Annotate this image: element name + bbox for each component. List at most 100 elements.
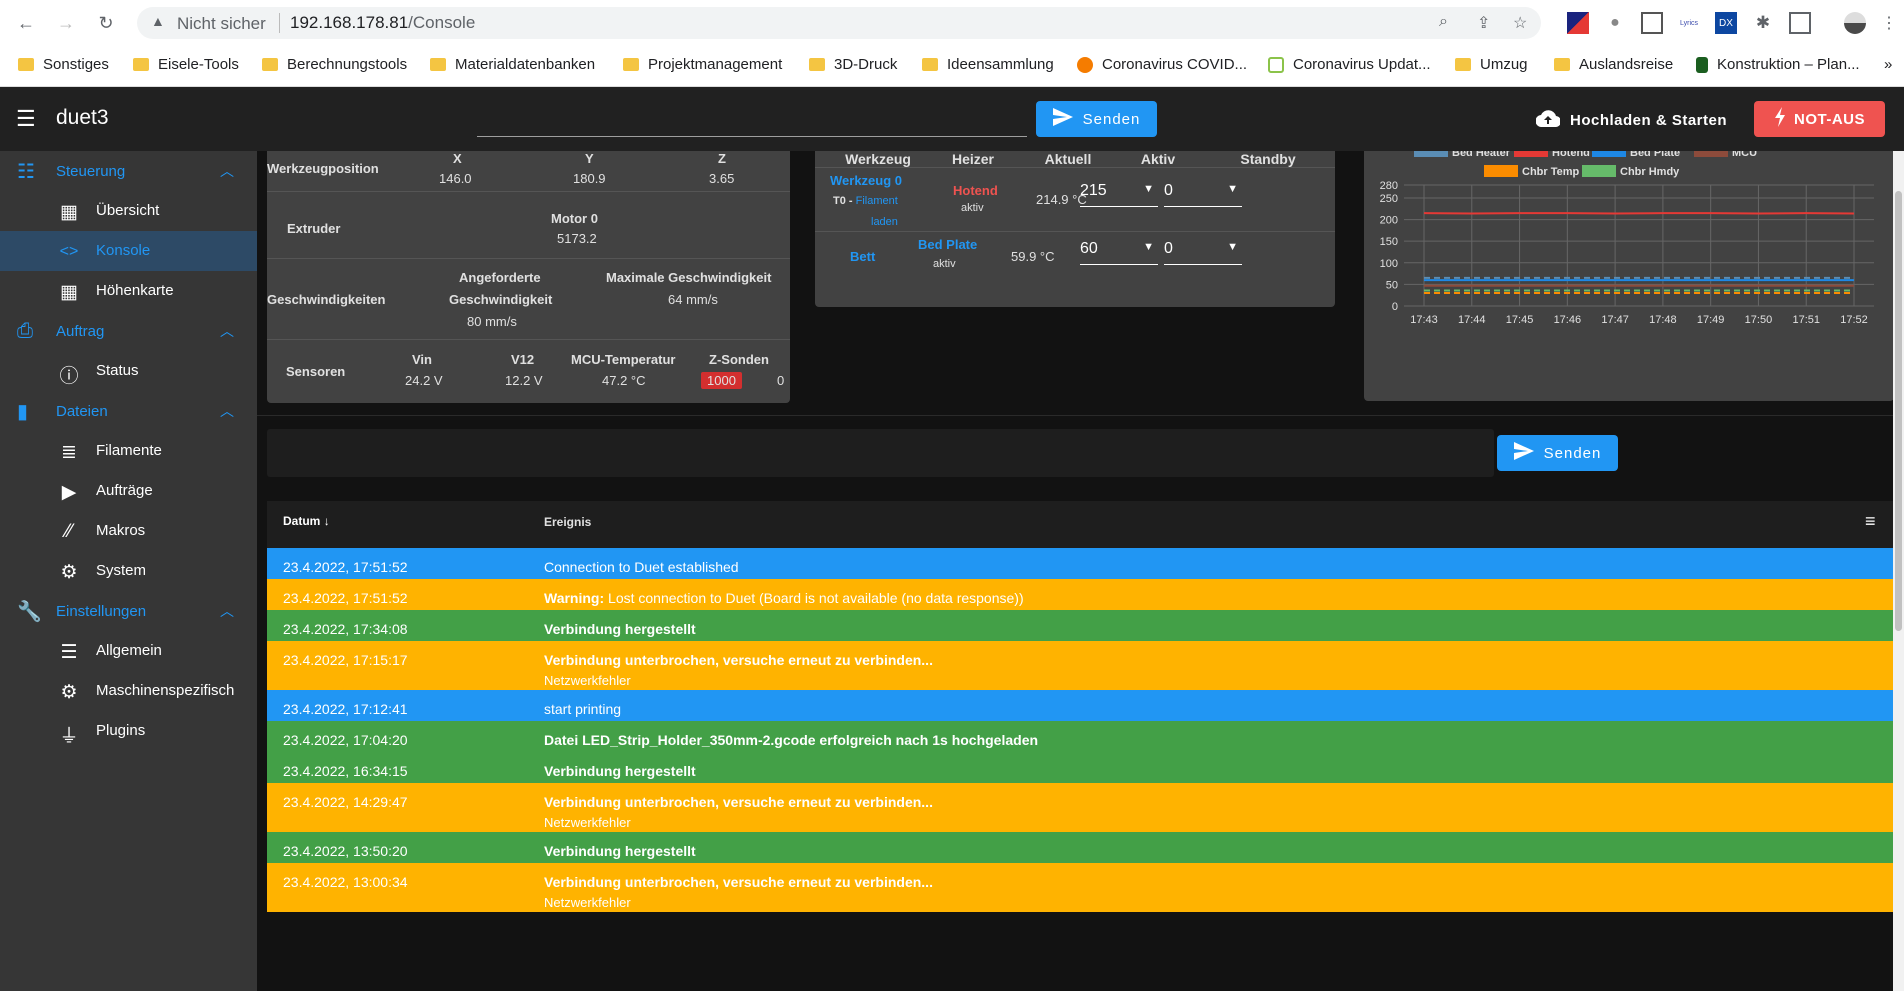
heater-hotend-name[interactable]: Hotend bbox=[953, 183, 998, 198]
bed-standby-select[interactable]: 0 ▼ bbox=[1164, 235, 1242, 265]
tool-0-subtitle: T0 - Filament bbox=[833, 195, 898, 207]
table-row: 23.4.2022, 17:34:08 Verbindung hergestell… bbox=[267, 610, 1898, 641]
address-bar[interactable]: ▲ Nicht sicher 192.168.178.81/Console ⌕ … bbox=[137, 7, 1541, 39]
zoom-icon[interactable]: ⌕ bbox=[1439, 13, 1448, 31]
vin-label: Vin bbox=[412, 352, 432, 367]
select-value: 0 bbox=[1164, 240, 1173, 257]
upload-start-button[interactable]: Hochladen & Starten bbox=[1535, 107, 1727, 133]
kebab-menu-icon[interactable]: ⋮ bbox=[1878, 12, 1900, 34]
send-button[interactable]: Senden bbox=[1036, 101, 1157, 137]
avatar[interactable] bbox=[1844, 12, 1866, 34]
extension-icon[interactable] bbox=[1641, 12, 1663, 34]
bookmark-item[interactable]: Auslandsreise bbox=[1554, 56, 1673, 73]
row-sub-message: Netzwerkfehler bbox=[544, 895, 631, 910]
row-message: Verbindung hergestellt bbox=[544, 621, 696, 637]
bed-link[interactable]: Bett bbox=[850, 249, 875, 264]
puzzle-icon[interactable]: ✱ bbox=[1752, 12, 1774, 34]
heater-bed-state: aktiv bbox=[933, 258, 956, 270]
bookmark-item[interactable]: Ideensammlung bbox=[922, 56, 1054, 73]
sidebar-item-plugins[interactable]: ⏚ Plugins bbox=[0, 711, 257, 751]
forward-icon[interactable]: → bbox=[52, 9, 80, 37]
row-date: 23.4.2022, 17:34:08 bbox=[283, 621, 408, 637]
back-icon[interactable]: ← bbox=[12, 9, 40, 37]
sidebar-item-uebersicht[interactable]: ▦ Übersicht bbox=[0, 191, 257, 231]
row-message: Verbindung hergestellt bbox=[544, 843, 696, 859]
bookmarks-more-button[interactable]: » bbox=[1884, 56, 1892, 73]
extension-icon[interactable] bbox=[1567, 12, 1589, 34]
hotend-standby-select[interactable]: 0 ▼ bbox=[1164, 177, 1242, 207]
nav-group-steuerung[interactable]: ☷ Steuerung ︿ bbox=[0, 151, 257, 191]
sidebar: ☷ Steuerung ︿ ▦ Übersicht <> Konsole ▦ H… bbox=[0, 151, 257, 991]
security-label: Nicht sicher bbox=[177, 14, 266, 33]
sidebar-item-allgemein[interactable]: ☰ Allgemein bbox=[0, 631, 257, 671]
bookmark-item[interactable]: Konstruktion – Plan... bbox=[1696, 56, 1860, 73]
dashboard-icon: ▦ bbox=[60, 202, 78, 223]
macro-icon: ⁄⁄ bbox=[65, 521, 73, 542]
row-date: 23.4.2022, 13:00:34 bbox=[283, 874, 408, 890]
bookmark-item[interactable]: Projektmanagement bbox=[623, 56, 782, 73]
reload-icon[interactable]: ↻ bbox=[92, 9, 120, 37]
bookmark-item[interactable]: Coronavirus COVID... bbox=[1077, 56, 1247, 73]
y-tick-label: 150 bbox=[1380, 236, 1398, 248]
console-command-input[interactable] bbox=[267, 429, 1494, 477]
hotend-active-select[interactable]: 215 ▼ bbox=[1080, 177, 1158, 207]
bookmark-item[interactable]: Sonstiges bbox=[18, 56, 109, 73]
heater-bed-current: 59.9 °C bbox=[1011, 249, 1055, 264]
sidebar-item-makros[interactable]: ⁄⁄ Makros bbox=[0, 511, 257, 551]
row-message: Verbindung hergestellt bbox=[544, 763, 696, 779]
hamburger-menu-icon[interactable]: ☰ bbox=[16, 107, 40, 131]
divider bbox=[815, 231, 1335, 232]
sidebar-item-system[interactable]: ⚙ System bbox=[0, 551, 257, 591]
load-filament-link[interactable]: laden bbox=[871, 216, 898, 228]
heater-hotend-state: aktiv bbox=[961, 202, 984, 214]
emergency-stop-button[interactable]: NOT-AUS bbox=[1754, 101, 1885, 137]
sidebar-item-label: Höhenkarte bbox=[96, 282, 174, 299]
bookmark-item[interactable]: Coronavirus Updat... bbox=[1268, 56, 1431, 73]
console-send-button[interactable]: Senden bbox=[1497, 435, 1618, 471]
share-icon[interactable]: ⇪ bbox=[1477, 13, 1490, 33]
sidebar-item-status[interactable]: ⓘ Status bbox=[0, 351, 257, 391]
bookmark-item[interactable]: 3D-Druck bbox=[809, 56, 897, 73]
menu-icon[interactable]: ≡ bbox=[1865, 511, 1876, 532]
lyrics-extension-icon[interactable]: Lyrics bbox=[1678, 12, 1700, 34]
sidebar-item-maschinenspezifisch[interactable]: ⚙ Maschinenspezifisch bbox=[0, 671, 257, 711]
row-message: Warning: Lost connection to Duet (Board … bbox=[544, 590, 1024, 606]
nav-group-dateien[interactable]: ▮ Dateien ︿ bbox=[0, 391, 257, 431]
bookmark-item[interactable]: Materialdatenbanken bbox=[430, 56, 595, 73]
page-scrollbar[interactable] bbox=[1893, 151, 1904, 991]
sidebar-item-auftraege[interactable]: ▶ Aufträge bbox=[0, 471, 257, 511]
x-tick-label: 17:48 bbox=[1649, 314, 1677, 326]
scrollbar-thumb[interactable] bbox=[1895, 191, 1902, 631]
legend-label: Chbr Hmdy bbox=[1620, 166, 1680, 178]
column-header-datum[interactable]: Datum ↓ bbox=[283, 514, 330, 528]
axis-z-value: 3.65 bbox=[709, 171, 735, 186]
sidepanel-icon[interactable] bbox=[1789, 12, 1811, 34]
tool-0-link[interactable]: Werkzeug 0 bbox=[830, 173, 902, 188]
legend-label: Chbr Temp bbox=[1522, 166, 1580, 178]
sidebar-item-hoehenkarte[interactable]: ▦ Höhenkarte bbox=[0, 271, 257, 311]
sidebar-item-filamente[interactable]: ≣ Filamente bbox=[0, 431, 257, 471]
star-icon[interactable]: ☆ bbox=[1513, 13, 1527, 33]
code-input[interactable] bbox=[477, 101, 1027, 137]
nav-group-einstellungen[interactable]: 🔧 Einstellungen ︿ bbox=[0, 591, 257, 631]
bookmark-item[interactable]: Berechnungstools bbox=[262, 56, 407, 73]
extension-icon[interactable]: DX bbox=[1715, 12, 1737, 34]
x-tick-label: 17:47 bbox=[1601, 314, 1629, 326]
nav-group-auftrag[interactable]: ⎙ Auftrag ︿ bbox=[0, 311, 257, 351]
nav-group-label: Steuerung bbox=[56, 162, 126, 180]
heater-bed-name[interactable]: Bed Plate bbox=[918, 237, 977, 252]
play-icon: ▶ bbox=[61, 482, 77, 503]
row-date: 23.4.2022, 17:51:52 bbox=[283, 590, 408, 606]
extension-icon[interactable]: ● bbox=[1604, 12, 1626, 34]
sidebar-item-label: Maschinenspezifisch bbox=[96, 682, 235, 699]
zprobe-value-badge: 1000 bbox=[701, 372, 742, 389]
load-filament-link[interactable]: Filament bbox=[856, 195, 898, 207]
row-message: Verbindung unterbrochen, versuche erneut… bbox=[544, 874, 933, 890]
v12-label: V12 bbox=[511, 352, 535, 367]
tool-position-label: Werkzeugposition bbox=[267, 161, 379, 176]
bookmark-item[interactable]: Umzug bbox=[1455, 56, 1528, 73]
bookmark-item[interactable]: Eisele-Tools bbox=[133, 56, 239, 73]
bed-active-select[interactable]: 60 ▼ bbox=[1080, 235, 1158, 265]
sidebar-item-konsole[interactable]: <> Konsole bbox=[0, 231, 257, 271]
bookmarks-bar: Sonstiges Eisele-Tools Berechnungstools … bbox=[0, 46, 1904, 87]
